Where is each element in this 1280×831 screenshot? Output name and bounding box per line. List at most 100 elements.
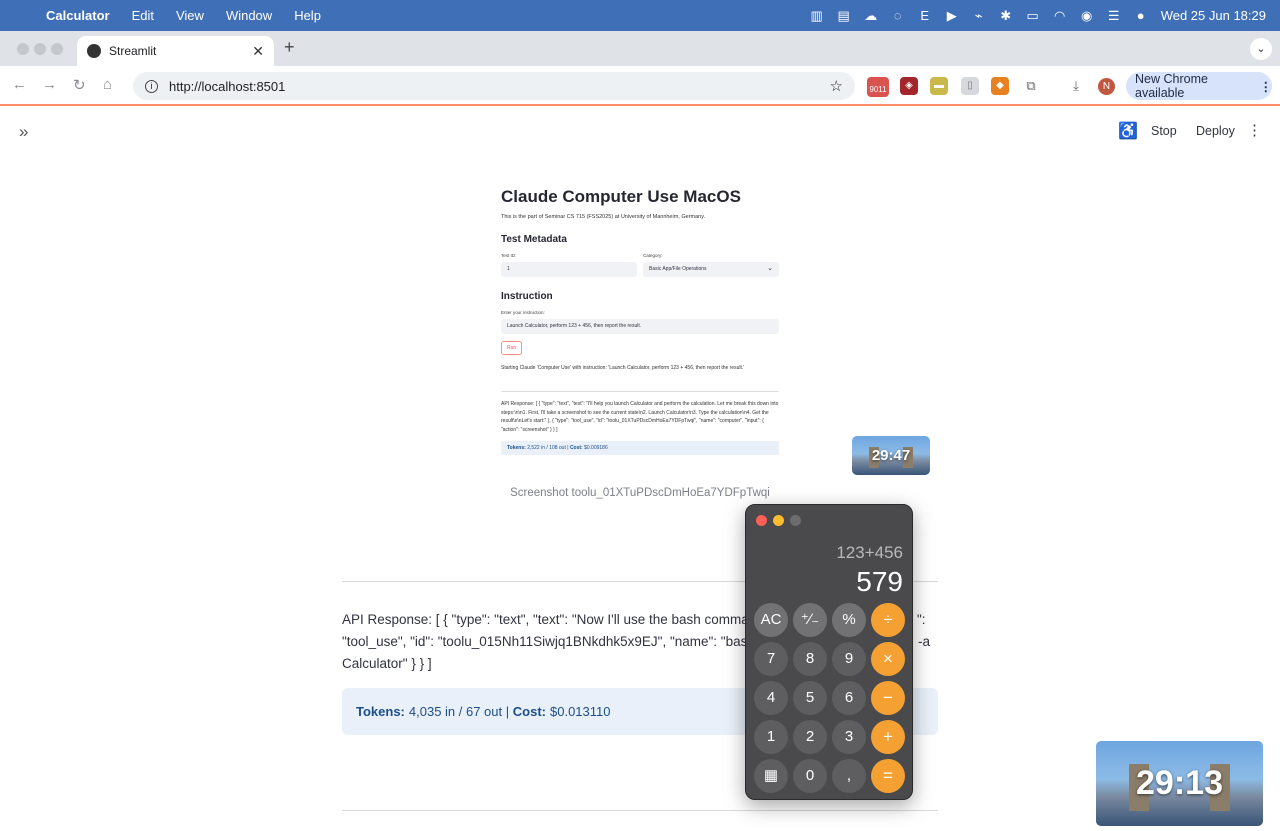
calc-close-button[interactable] xyxy=(756,515,767,526)
calc-key-all-clear[interactable]: AC xyxy=(754,603,788,637)
control-center-icon[interactable]: ☰ xyxy=(1106,8,1122,24)
shot-test-id-group: Test ID: 1 xyxy=(501,253,637,277)
shot-test-id-field: 1 xyxy=(501,262,637,277)
calc-key-three[interactable]: 3 xyxy=(832,720,866,754)
calc-key-five[interactable]: 5 xyxy=(793,681,827,715)
profile-avatar[interactable]: N xyxy=(1098,78,1115,95)
bluetooth-icon[interactable]: ✱ xyxy=(998,8,1014,24)
zoom-window-button[interactable] xyxy=(51,43,63,55)
stop-button[interactable]: Stop xyxy=(1151,124,1177,138)
calc-key-one[interactable]: 1 xyxy=(754,720,788,754)
cloud-icon[interactable]: ☁ xyxy=(863,8,879,24)
calc-key-divide[interactable]: ÷ xyxy=(871,603,905,637)
browser-tabstrip: Streamlit ✕ + ⌄ xyxy=(0,31,1280,66)
play-icon[interactable]: ▶ xyxy=(944,8,960,24)
extensions-puzzle-icon[interactable]: ⧉ xyxy=(1022,77,1040,95)
bookmark-star-icon[interactable]: ☆ xyxy=(830,77,843,95)
shot-category-group: Category: Basic App/File Operations xyxy=(643,253,779,277)
earbuds-icon[interactable]: ⌁ xyxy=(971,8,987,24)
shot-starting-text: Starting Claude 'Computer Use' with inst… xyxy=(501,365,745,371)
circle-status-icon[interactable]: ◌ xyxy=(890,8,906,23)
siri-icon[interactable]: ● xyxy=(1133,8,1149,23)
shot-cost-label: Cost: xyxy=(569,444,583,451)
menu-help[interactable]: Help xyxy=(294,8,321,23)
menubar-clock[interactable]: Wed 25 Jun 18:29 xyxy=(1161,8,1266,23)
extension-badge[interactable]: 9011 xyxy=(867,77,889,97)
ublock-icon[interactable]: ◈ xyxy=(900,77,918,95)
close-window-button[interactable] xyxy=(17,43,29,55)
url-text[interactable]: http://localhost:8501 xyxy=(169,79,285,94)
back-button[interactable]: ← xyxy=(12,76,27,93)
shot-instruction-field: Launch Calculator, perform 123 + 456, th… xyxy=(501,319,779,334)
calc-key-percent[interactable]: % xyxy=(832,603,866,637)
calc-expression: 123+456 xyxy=(836,543,903,562)
shot-cost-value: $0.009186 xyxy=(584,444,608,451)
chrome-menu-icon[interactable]: ⋮ xyxy=(1260,79,1273,94)
extension-icon[interactable]: ▬ xyxy=(930,77,948,95)
api-response-line1-left: API Response: [ { "type": "text", "text"… xyxy=(342,612,772,627)
clipboard-icon[interactable]: ▤ xyxy=(836,8,852,24)
api-response-line2-right: -a xyxy=(918,634,931,649)
calc-result: 579 xyxy=(856,566,903,597)
calculator-window[interactable]: 123+456 579 AC ⁺∕₋% ÷ 7 8 9 × 4 5 6− 1 2 3 + ▦ 0, = xyxy=(745,504,913,800)
document-icon[interactable]: ▯ xyxy=(961,77,979,95)
running-status-icon: ♿ xyxy=(1118,123,1138,140)
calc-key-add[interactable]: + xyxy=(871,720,905,754)
input-source-icon[interactable]: E xyxy=(917,8,933,23)
shot-test-id-label: Test ID: xyxy=(501,253,517,258)
shot-metadata-heading: Test Metadata xyxy=(501,234,567,245)
user-icon[interactable]: ◉ xyxy=(1079,8,1095,24)
home-button[interactable]: ⌂ xyxy=(103,76,112,93)
shot-tokens-value: 2,522 in / 108 out xyxy=(527,444,566,451)
calc-key-seven[interactable]: 7 xyxy=(754,642,788,676)
cost-value: $0.013110 xyxy=(550,704,611,719)
menu-edit[interactable]: Edit xyxy=(132,8,154,23)
calc-key-four[interactable]: 4 xyxy=(754,681,788,715)
cost-label: Cost: xyxy=(512,704,546,719)
pip-large-timer: 29:13 xyxy=(1136,764,1223,802)
shot-category-select: Basic App/File Operations xyxy=(643,261,779,277)
calc-key-six[interactable]: 6 xyxy=(832,681,866,715)
deploy-button[interactable]: Deploy xyxy=(1196,124,1235,138)
shot-api-text: API Response: [ { "type": "text", "text"… xyxy=(501,400,779,433)
calc-key-decimal[interactable]: , xyxy=(832,759,866,793)
tab-title: Streamlit xyxy=(109,44,157,58)
menu-view[interactable]: View xyxy=(176,8,204,23)
downloads-icon[interactable]: ⤓ xyxy=(1067,77,1085,95)
forward-button[interactable]: → xyxy=(42,76,57,93)
minimize-window-button[interactable] xyxy=(34,43,46,55)
reload-button[interactable]: ↻ xyxy=(73,76,86,94)
tab-search-button[interactable]: ⌄ xyxy=(1250,38,1272,60)
metamask-fox-icon[interactable]: ◆ xyxy=(991,77,1009,95)
window-tiles-icon[interactable]: ▥ xyxy=(809,8,825,24)
battery-icon[interactable]: ▭ xyxy=(1025,8,1041,24)
main-menu-icon[interactable]: ⋮ xyxy=(1247,121,1262,139)
menu-app-name[interactable]: Calculator xyxy=(46,8,110,23)
shot-instruction-label: Enter your instruction: xyxy=(501,310,545,315)
calc-key-subtract[interactable]: − xyxy=(871,681,905,715)
update-chrome-label: New Chrome available xyxy=(1135,72,1208,100)
close-tab-icon[interactable]: ✕ xyxy=(252,43,264,60)
pip-video-large[interactable]: 29:13 xyxy=(1096,741,1263,826)
browser-tab[interactable]: Streamlit ✕ xyxy=(77,36,274,66)
streamlit-favicon-icon xyxy=(87,44,101,58)
calc-key-calculator-mode[interactable]: ▦ xyxy=(754,759,788,793)
new-tab-button[interactable]: + xyxy=(284,37,295,58)
calc-key-zero[interactable]: 0 xyxy=(793,759,827,793)
expand-sidebar-icon[interactable]: » xyxy=(19,122,28,142)
site-info-icon[interactable]: i xyxy=(145,79,158,93)
calc-key-eight[interactable]: 8 xyxy=(793,642,827,676)
calc-key-equals[interactable]: = xyxy=(871,759,905,793)
address-bar[interactable]: i http://localhost:8501 ☆ xyxy=(133,72,855,100)
pip-video-small[interactable]: 29:47 xyxy=(852,436,930,475)
calc-zoom-button[interactable] xyxy=(790,515,801,526)
calc-key-nine[interactable]: 9 xyxy=(832,642,866,676)
calc-key-two[interactable]: 2 xyxy=(793,720,827,754)
calc-key-multiply[interactable]: × xyxy=(871,642,905,676)
update-chrome-button[interactable]: New Chrome available ⋮ xyxy=(1126,72,1272,100)
status-area: ▥ ▤ ☁ ◌ E ▶ ⌁ ✱ ▭ ◠ ◉ ☰ ● Wed 25 Jun 18:… xyxy=(798,0,1266,31)
calc-key-plus-minus[interactable]: ⁺∕₋ xyxy=(793,603,827,637)
menu-window[interactable]: Window xyxy=(226,8,272,23)
wifi-icon[interactable]: ◠ xyxy=(1052,8,1068,24)
calc-minimize-button[interactable] xyxy=(773,515,784,526)
